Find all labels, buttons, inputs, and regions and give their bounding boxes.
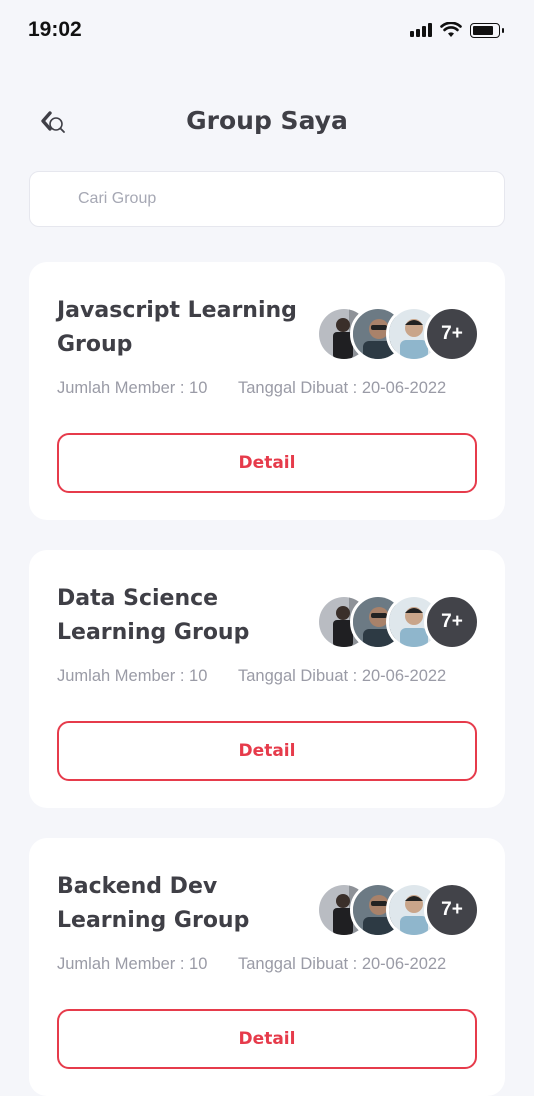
group-meta: Jumlah Member : 10 Tanggal Dibuat : 20-0…	[57, 955, 446, 974]
search-field[interactable]	[29, 171, 505, 227]
page-title: Group Saya	[186, 106, 348, 135]
signal-icon	[410, 23, 432, 37]
member-avatars: 7+	[316, 882, 480, 938]
battery-icon	[470, 22, 504, 38]
member-avatars: 7+	[316, 306, 480, 362]
member-avatars: 7+	[316, 594, 480, 650]
detail-button[interactable]: Detail	[57, 433, 477, 493]
group-meta: Jumlah Member : 10 Tanggal Dibuat : 20-0…	[57, 379, 446, 398]
group-name: Data Science Learning Group	[57, 586, 250, 645]
group-name: Javascript Learning Group	[57, 298, 297, 357]
created-date: Tanggal Dibuat : 20-06-2022	[238, 379, 447, 397]
page-header: Group Saya	[0, 96, 534, 152]
detail-button[interactable]: Detail	[57, 721, 477, 781]
detail-button[interactable]: Detail	[57, 1009, 477, 1069]
group-name: Backend Dev Learning Group	[57, 874, 250, 933]
group-meta: Jumlah Member : 10 Tanggal Dibuat : 20-0…	[57, 667, 446, 686]
more-members-badge[interactable]: 7+	[424, 306, 480, 362]
group-card: Data Science Learning Group 7+ Jumlah Me…	[29, 550, 505, 808]
member-count: Jumlah Member : 10	[57, 667, 208, 685]
member-count: Jumlah Member : 10	[57, 379, 208, 397]
member-count: Jumlah Member : 10	[57, 955, 208, 973]
more-members-badge[interactable]: 7+	[424, 882, 480, 938]
search-input[interactable]	[76, 189, 504, 209]
status-bar: 19:02	[0, 0, 534, 62]
status-icons	[410, 22, 504, 38]
created-date: Tanggal Dibuat : 20-06-2022	[238, 667, 447, 685]
status-time: 19:02	[28, 18, 82, 41]
created-date: Tanggal Dibuat : 20-06-2022	[238, 955, 447, 973]
group-card: Backend Dev Learning Group 7+ Jumlah Mem…	[29, 838, 505, 1096]
wifi-icon	[440, 22, 462, 37]
more-members-badge[interactable]: 7+	[424, 594, 480, 650]
group-card: Javascript Learning Group 7+ Jumlah Memb…	[29, 262, 505, 520]
